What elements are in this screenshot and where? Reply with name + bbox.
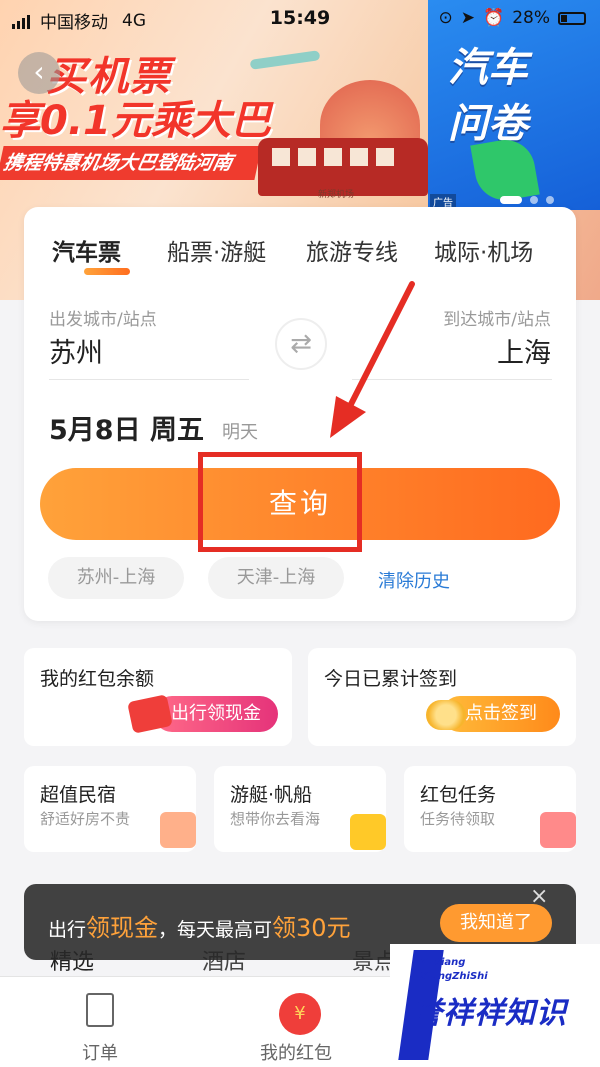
tab-orders[interactable]: 订单 bbox=[60, 987, 140, 1064]
history-chip[interactable]: 天津-上海 bbox=[208, 557, 344, 599]
chevron-left-icon: ‹ bbox=[33, 55, 45, 88]
sign-in-title: 今日已累计签到 bbox=[324, 668, 458, 690]
yacht-card[interactable]: 游艇·帆船 想带你去看海 bbox=[214, 766, 386, 852]
banner-tagline: 携程特惠机场大巴登陆河南 bbox=[0, 146, 262, 180]
toast-message: 出行领现金，每天最高可领30元 bbox=[48, 914, 351, 942]
envelope-icon bbox=[540, 812, 576, 848]
status-bar: 中国移动 4G 15:49 ⊙ ➤ ⏰ 28% bbox=[0, 0, 600, 36]
to-city[interactable]: 上海 bbox=[497, 331, 551, 370]
location-icon: ➤ bbox=[460, 8, 476, 28]
service-title: 红包任务 bbox=[420, 784, 497, 806]
carousel-dot bbox=[500, 196, 522, 204]
homestay-card[interactable]: 超值民宿 舒适好房不贵 bbox=[24, 766, 196, 852]
service-title: 超值民宿 bbox=[40, 784, 117, 806]
red-arrow-annotation bbox=[330, 281, 415, 438]
tab-intercity-airport[interactable]: 城际·机场 bbox=[434, 233, 533, 267]
lock-rotation-icon: ⊙ bbox=[438, 8, 453, 28]
tab-my-red-packet[interactable]: ¥ 我的红包 bbox=[240, 987, 360, 1064]
service-subtitle: 任务待领取 bbox=[420, 810, 496, 828]
active-tab-indicator bbox=[84, 268, 130, 275]
cash-reward-button[interactable]: 出行领现金 bbox=[154, 696, 278, 732]
watermark-small-text: YuXiang XiangZhiShi bbox=[420, 957, 488, 982]
suitcase-icon bbox=[350, 814, 386, 850]
watermark-text: 誉祥祥知识 bbox=[412, 996, 567, 1031]
to-label: 到达城市/站点 bbox=[443, 310, 551, 330]
from-city[interactable]: 苏州 bbox=[49, 331, 103, 370]
from-label: 出发城市/站点 bbox=[49, 310, 157, 330]
carousel-dot bbox=[546, 196, 554, 204]
sign-in-card[interactable]: 今日已累计签到 点击签到 bbox=[308, 648, 576, 746]
got-it-button[interactable]: 我知道了 bbox=[440, 904, 552, 942]
watermark-logo: YuXiang XiangZhiShi 誉祥祥知识 bbox=[390, 944, 600, 1067]
plane-illustration bbox=[249, 50, 321, 70]
back-button[interactable]: ‹ bbox=[18, 52, 60, 94]
red-packet-icon: ¥ bbox=[279, 993, 321, 1035]
history-chip[interactable]: 苏州-上海 bbox=[48, 557, 184, 599]
bus-label: 新郑机场 bbox=[318, 190, 355, 200]
red-packet-title: 我的红包余额 bbox=[40, 668, 155, 690]
battery-percent: 28% bbox=[512, 8, 550, 28]
tab-bus-tickets[interactable]: 汽车票 bbox=[52, 233, 121, 267]
service-subtitle: 舒适好房不贵 bbox=[40, 810, 131, 828]
date-note: 明天 bbox=[222, 422, 258, 443]
banner-subtitle: 享0.1元乘大巴 bbox=[0, 98, 271, 144]
carousel-indicator bbox=[500, 196, 554, 204]
battery-icon bbox=[558, 11, 586, 25]
bus-ticket-search-card: 汽车票 船票·游艇 旅游专线 城际·机场 出发城市/站点 苏州 ⇄ 到达城市/站… bbox=[24, 207, 576, 621]
tab-orders-label: 订单 bbox=[82, 1043, 118, 1064]
tab-red-packet-label: 我的红包 bbox=[260, 1043, 332, 1064]
order-list-icon bbox=[86, 993, 114, 1027]
highlight-box-annotation bbox=[198, 452, 362, 552]
close-icon[interactable]: × bbox=[530, 884, 548, 909]
service-title: 游艇·帆船 bbox=[230, 784, 313, 806]
tab-boat-yacht[interactable]: 船票·游艇 bbox=[167, 233, 266, 267]
red-packet-balance-card[interactable]: 我的红包余额 出行领现金 bbox=[24, 648, 292, 746]
departure-date[interactable]: 5月8日 周五 bbox=[49, 408, 204, 447]
clear-history-link[interactable]: 清除历史 bbox=[378, 567, 450, 593]
coin-icon bbox=[426, 700, 466, 730]
carousel-dot bbox=[530, 196, 538, 204]
tab-tour-line[interactable]: 旅游专线 bbox=[306, 233, 398, 267]
swap-icon: ⇄ bbox=[290, 329, 312, 359]
alarm-icon: ⏰ bbox=[483, 8, 505, 28]
service-subtitle: 想带你去看海 bbox=[230, 810, 321, 828]
red-packet-task-card[interactable]: 红包任务 任务待领取 bbox=[404, 766, 576, 852]
divider bbox=[49, 379, 249, 380]
house-icon bbox=[160, 812, 196, 848]
next-slide-text: 汽车 问卷 bbox=[448, 45, 528, 147]
